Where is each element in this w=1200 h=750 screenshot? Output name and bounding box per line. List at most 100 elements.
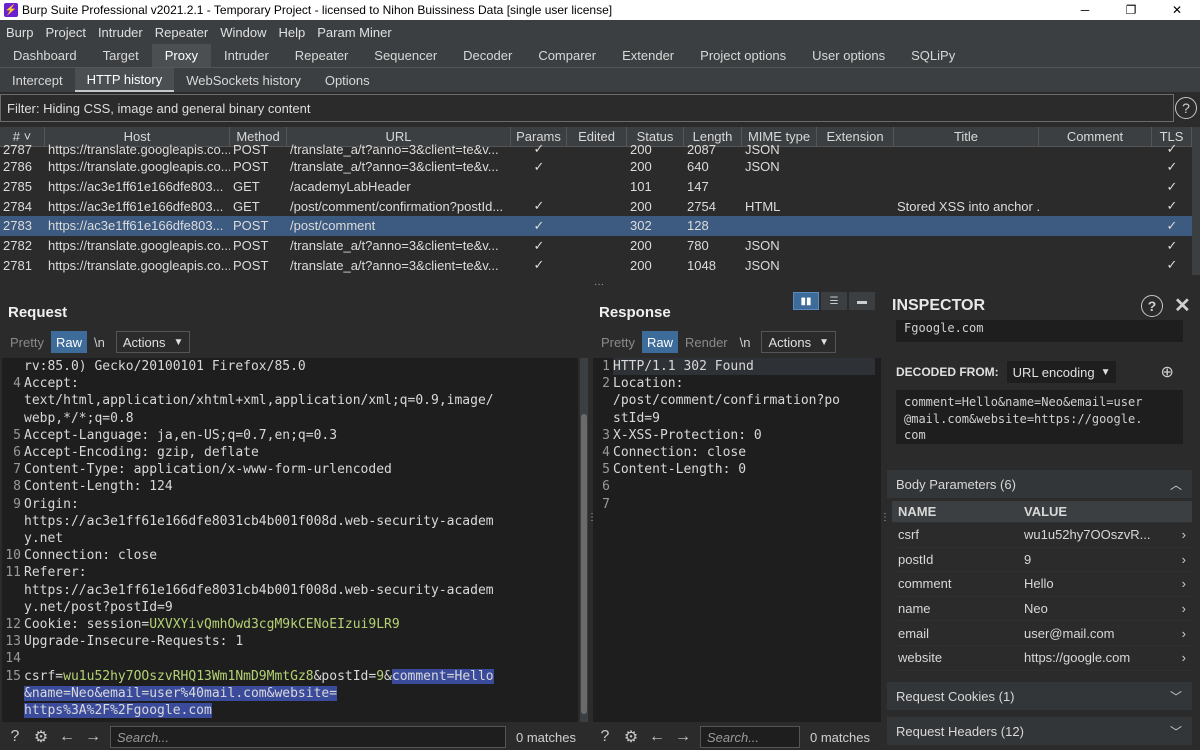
vertical-grip-icon[interactable]: ⋮ — [587, 512, 597, 523]
menu-project[interactable]: Project — [39, 25, 91, 40]
param-row[interactable]: postId 9 › — [892, 548, 1192, 573]
close-icon[interactable]: ✕ — [1174, 293, 1191, 318]
cell-length: 1048 — [687, 257, 716, 273]
table-row[interactable]: 2785 https://ac3e1ff61e166dfe803... GET/ac… — [0, 177, 1192, 197]
tab-intruder[interactable]: Intruder — [211, 44, 282, 67]
help-icon[interactable]: ? — [4, 726, 26, 748]
help-icon[interactable]: ? — [1141, 295, 1163, 317]
param-name: email — [898, 625, 930, 641]
filter-bar[interactable]: Filter: Hiding CSS, image and general bi… — [0, 94, 1174, 122]
request-cookies-section[interactable]: Request Cookies (1) ﹀ — [887, 682, 1192, 710]
table-row[interactable]: 2782 https://translate.googleapis.co... PO… — [0, 236, 1192, 256]
tab-dashboard[interactable]: Dashboard — [0, 44, 90, 67]
menu-param-miner[interactable]: Param Miner — [311, 25, 397, 40]
maximize-button[interactable]: ❐ — [1108, 0, 1154, 20]
single-view-icon[interactable]: ▬ — [849, 292, 875, 310]
split-divider[interactable]: ··· — [0, 277, 884, 290]
response-actions-dropdown[interactable]: Actions ▼ — [761, 331, 837, 353]
request-raw-tab[interactable]: Raw — [50, 331, 87, 353]
horizontal-view-icon[interactable]: ☰ — [821, 292, 847, 310]
line-number — [593, 392, 613, 409]
request-line: 13 Upgrade-Insecure-Requests: 1 — [2, 633, 578, 650]
tab-extender[interactable]: Extender — [609, 44, 687, 67]
settings-gear-icon[interactable]: ⚙ — [30, 726, 52, 748]
table-row[interactable]: 2781 https://translate.googleapis.co... PO… — [0, 255, 1192, 275]
previous-arrow-icon[interactable]: ← — [646, 726, 668, 748]
menu-intruder[interactable]: Intruder — [92, 25, 149, 40]
tab-websockets-history[interactable]: WebSockets history — [174, 68, 313, 92]
col-edited[interactable]: Edited — [567, 127, 627, 146]
param-row[interactable]: email user@mail.com › — [892, 621, 1192, 646]
add-icon[interactable]: ⊕ — [1160, 362, 1173, 382]
menu-window[interactable]: Window — [214, 25, 272, 40]
request-editor[interactable]: rv:85.0) Gecko/20100101 Firefox/85.0 4 Acc… — [2, 358, 578, 722]
tab-repeater[interactable]: Repeater — [282, 44, 361, 67]
decoding-select[interactable]: URL encoding ▼ — [1006, 361, 1117, 383]
body-parameters-section[interactable]: Body Parameters (6) ︿ — [887, 470, 1192, 498]
response-newline-tab[interactable]: \n — [735, 331, 756, 353]
cell-mime: JSON — [745, 142, 780, 157]
close-window-button[interactable]: ✕ — [1154, 0, 1200, 20]
table-row[interactable]: 2786 https://translate.googleapis.co... PO… — [0, 157, 1192, 177]
tab-proxy[interactable]: Proxy — [151, 44, 211, 67]
table-scrollbar[interactable] — [1192, 127, 1200, 275]
request-newline-tab[interactable]: \n — [89, 331, 110, 353]
tab-target[interactable]: Target — [90, 44, 152, 67]
request-line: https://ac3e1ff61e166dfe8031cb4b001f008d… — [2, 513, 578, 530]
tab-decoder[interactable]: Decoder — [450, 44, 525, 67]
chevron-right-icon[interactable]: › — [1182, 650, 1186, 665]
body-parameters-table: NAME VALUE csrf wu1u52hy7OOszvR... › postId… — [892, 501, 1192, 671]
param-row[interactable]: website https://google.com › — [892, 646, 1192, 671]
tab-sequencer[interactable]: Sequencer — [361, 44, 450, 67]
param-row[interactable]: comment Hello › — [892, 572, 1192, 597]
table-row[interactable]: 2783 https://ac3e1ff61e166dfe803... POST/p… — [0, 216, 1192, 236]
chevron-right-icon[interactable]: › — [1182, 576, 1186, 591]
request-actions-dropdown[interactable]: Actions ▼ — [115, 331, 191, 353]
tab-options[interactable]: Options — [313, 68, 382, 92]
previous-arrow-icon[interactable]: ← — [56, 726, 78, 748]
http-history-table: # ˅ Host Method URL Params Edited Status… — [0, 127, 1192, 275]
tab-sqlipy[interactable]: SQLiPy — [898, 44, 968, 67]
tab-comparer[interactable]: Comparer — [525, 44, 609, 67]
table-row[interactable]: 2784 https://ac3e1ff61e166dfe803... GET/po… — [0, 196, 1192, 216]
response-line: /post/comment/confirmation?po — [593, 392, 881, 409]
help-icon[interactable]: ? — [594, 726, 616, 748]
chevron-right-icon[interactable]: › — [1182, 552, 1186, 567]
line-number — [593, 410, 613, 427]
chevron-right-icon[interactable]: › — [1182, 527, 1186, 542]
chevron-down-icon: ▼ — [173, 336, 184, 348]
help-icon[interactable]: ? — [1175, 97, 1197, 119]
decoded-text-box[interactable]: comment=Hello&name=Neo&email=user @mail.… — [896, 390, 1183, 444]
response-pretty-tab[interactable]: Pretty — [596, 331, 640, 353]
request-scroll-thumb[interactable] — [581, 414, 587, 714]
menu-burp[interactable]: Burp — [0, 25, 39, 40]
response-render-tab[interactable]: Render — [680, 331, 733, 353]
request-headers-section[interactable]: Request Headers (12) ﹀ — [887, 717, 1192, 745]
tab-user-options[interactable]: User options — [799, 44, 898, 67]
menu-help[interactable]: Help — [272, 25, 311, 40]
menu-repeater[interactable]: Repeater — [149, 25, 214, 40]
param-row[interactable]: csrf wu1u52hy7OOszvR... › — [892, 523, 1192, 548]
response-raw-tab[interactable]: Raw — [641, 331, 678, 353]
col-comment[interactable]: Comment — [1039, 127, 1152, 146]
request-search-input[interactable]: Search... — [110, 726, 506, 748]
next-arrow-icon[interactable]: → — [82, 726, 104, 748]
minimize-button[interactable]: ─ — [1062, 0, 1108, 20]
line-number: 3 — [602, 427, 610, 443]
response-search-input[interactable]: Search... — [700, 726, 800, 748]
tab-http-history[interactable]: HTTP history — [74, 68, 175, 92]
chevron-right-icon[interactable]: › — [1182, 601, 1186, 616]
request-scrollbar[interactable] — [580, 358, 588, 722]
chevron-right-icon[interactable]: › — [1182, 626, 1186, 641]
split-view-icon[interactable]: ▮▮ — [793, 292, 819, 310]
tab-intercept[interactable]: Intercept — [0, 68, 75, 92]
table-row[interactable]: 2787 https://translate.googleapis.co... PO… — [0, 141, 1192, 157]
col-title[interactable]: Title — [894, 127, 1039, 146]
tab-project-options[interactable]: Project options — [687, 44, 799, 67]
param-row[interactable]: name Neo › — [892, 597, 1192, 622]
col-extension[interactable]: Extension — [817, 127, 894, 146]
request-pretty-tab[interactable]: Pretty — [5, 331, 49, 353]
settings-gear-icon[interactable]: ⚙ — [620, 726, 642, 748]
response-editor[interactable]: 1 HTTP/1.1 302 Found 2 Location:/post/comme… — [593, 358, 881, 722]
next-arrow-icon[interactable]: → — [672, 726, 694, 748]
